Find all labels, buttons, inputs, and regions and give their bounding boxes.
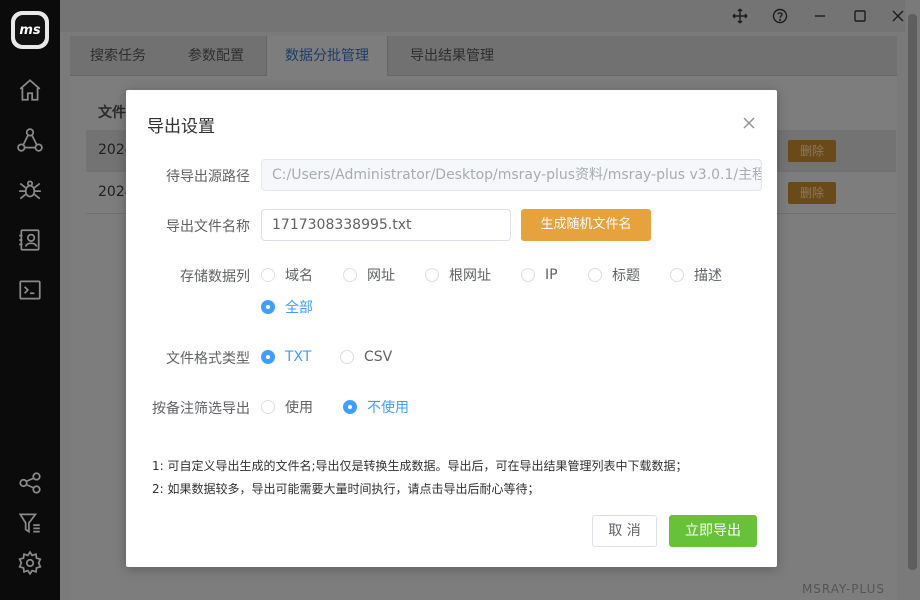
export-now-button[interactable]: 立即导出 [669, 515, 757, 547]
radio-label: CSV [364, 349, 393, 365]
radio-circle [521, 268, 535, 282]
contact-card-icon[interactable] [16, 226, 44, 254]
radio-label: TXT [285, 349, 312, 365]
radio-label: 描述 [694, 268, 722, 284]
tab-export-results[interactable]: 导出结果管理 [410, 36, 494, 76]
tab-params[interactable]: 参数配置 [188, 36, 244, 76]
dialog-title: 导出设置 [147, 117, 215, 137]
radio-circle [343, 268, 357, 282]
home-icon[interactable] [16, 76, 44, 104]
help-notes: 1: 可自定义导出生成的文件名;导出仅是转换生成数据。导出后，可在导出结果管理列… [152, 455, 688, 501]
radio-domain[interactable]: 域名 [261, 266, 313, 284]
radio-circle [261, 300, 275, 314]
radio-title[interactable]: 标题 [588, 266, 640, 284]
export-settings-dialog: 导出设置 待导出源路径 C:/Users/Administrator/Deskt… [126, 90, 777, 567]
close-icon[interactable] [740, 114, 758, 132]
radio-label: 网址 [367, 268, 395, 284]
radio-circle [261, 400, 275, 414]
radio-ip[interactable]: IP [521, 266, 558, 284]
cancel-button[interactable]: 取 消 [592, 515, 657, 547]
note-line: 1: 可自定义导出生成的文件名;导出仅是转换生成数据。导出后，可在导出结果管理列… [152, 459, 688, 473]
scrollbar-thumb[interactable] [908, 14, 917, 570]
radio-circle [261, 268, 275, 282]
radio-circle [425, 268, 439, 282]
title-bar [60, 0, 905, 32]
delete-button[interactable]: 删除 [788, 182, 836, 204]
share-nodes-icon[interactable] [16, 126, 44, 154]
radio-csv[interactable]: CSV [340, 348, 392, 366]
move-icon[interactable] [728, 4, 752, 28]
radio-use[interactable]: 使用 [261, 398, 313, 416]
radio-circle [343, 400, 357, 414]
radio-not-use[interactable]: 不使用 [343, 398, 409, 416]
cluster-icon[interactable] [16, 469, 44, 497]
note-line: 2: 如果数据较多，导出可能需要大量时间执行，请点击导出后耐心等待； [152, 482, 540, 496]
format-label: 文件格式类型 [166, 351, 250, 367]
radio-circle [670, 268, 684, 282]
radio-label: 不使用 [367, 400, 409, 416]
source-path-input[interactable]: C:/Users/Administrator/Desktop/msray-plu… [261, 159, 762, 191]
column-header: 文件 [98, 105, 126, 121]
watermark: MSRAY-PLUS [801, 582, 885, 596]
terminal-icon[interactable] [16, 276, 44, 304]
radio-circle [588, 268, 602, 282]
app-logo: ms [11, 11, 49, 49]
radio-circle [340, 350, 354, 364]
radio-all[interactable]: 全部 [261, 298, 313, 316]
generate-filename-button[interactable]: 生成随机文件名 [521, 209, 651, 241]
minimize-icon[interactable] [808, 4, 832, 28]
tab-bar: 搜索任务 参数配置 数据分批管理 导出结果管理 [70, 36, 897, 76]
tab-search-tasks[interactable]: 搜索任务 [90, 36, 146, 76]
filter-icon[interactable] [16, 509, 44, 537]
logo-text: ms [15, 15, 45, 45]
radio-label: IP [545, 267, 558, 283]
help-icon[interactable] [768, 4, 792, 28]
radio-root-url[interactable]: 根网址 [425, 266, 491, 284]
radio-label: 根网址 [449, 268, 491, 284]
radio-circle [261, 350, 275, 364]
radio-label: 标题 [612, 268, 640, 284]
radio-description[interactable]: 描述 [670, 266, 722, 284]
delete-button[interactable]: 删除 [788, 140, 836, 162]
maximize-icon[interactable] [848, 4, 872, 28]
radio-label: 域名 [285, 268, 313, 284]
sidebar: ms [0, 0, 60, 600]
gear-icon[interactable] [16, 549, 44, 577]
tab-data-batch[interactable]: 数据分批管理 [266, 36, 388, 76]
radio-txt[interactable]: TXT [261, 348, 311, 366]
radio-url[interactable]: 网址 [343, 266, 395, 284]
file-name-label: 导出文件名称 [166, 219, 250, 235]
columns-label: 存储数据列 [180, 269, 250, 285]
source-path-label: 待导出源路径 [166, 169, 250, 185]
file-name-input[interactable]: 1717308338995.txt [261, 209, 511, 241]
spider-icon[interactable] [16, 176, 44, 204]
note-filter-label: 按备注筛选导出 [152, 401, 250, 417]
radio-label: 使用 [285, 400, 313, 416]
radio-label: 全部 [285, 300, 313, 316]
scrollbar[interactable] [905, 0, 920, 600]
